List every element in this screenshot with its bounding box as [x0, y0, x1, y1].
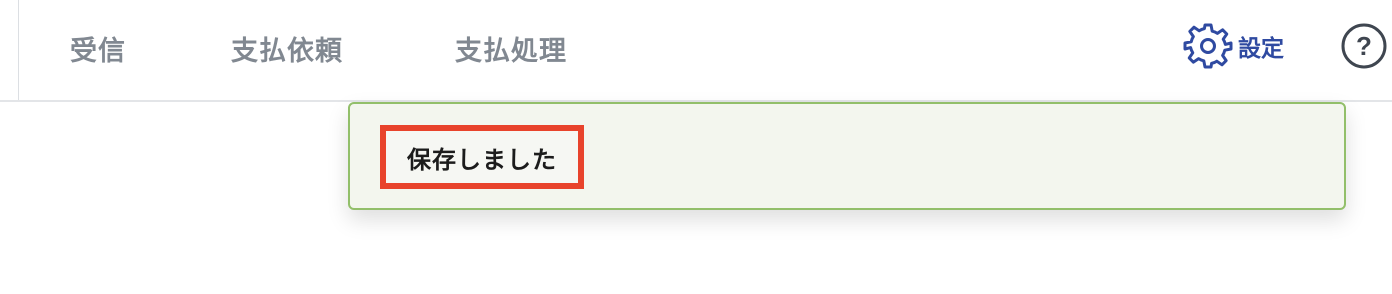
settings-link[interactable]: 設定 — [1182, 20, 1284, 72]
help-icon: ? — [1341, 23, 1387, 69]
nav-item-inbox[interactable]: 受信 — [70, 29, 126, 68]
success-toast: 保存しました — [348, 102, 1346, 210]
header-divider — [18, 0, 19, 100]
help-button[interactable]: ? — [1340, 22, 1388, 70]
message-highlight-box: 保存しました — [380, 125, 584, 189]
settings-label: 設定 — [1238, 36, 1284, 62]
top-header: 受信 支払依頼 支払処理 設定 ? — [0, 0, 1392, 102]
nav-item-payment-processing[interactable]: 支払処理 — [455, 29, 567, 68]
toast-message: 保存しました — [407, 145, 557, 174]
help-icon-glyph: ? — [1356, 31, 1372, 61]
gear-icon — [1183, 23, 1233, 69]
nav-item-payment-request[interactable]: 支払依頼 — [231, 29, 343, 68]
app-page: 受信 支払依頼 支払処理 設定 ? 保存しました — [0, 0, 1392, 294]
